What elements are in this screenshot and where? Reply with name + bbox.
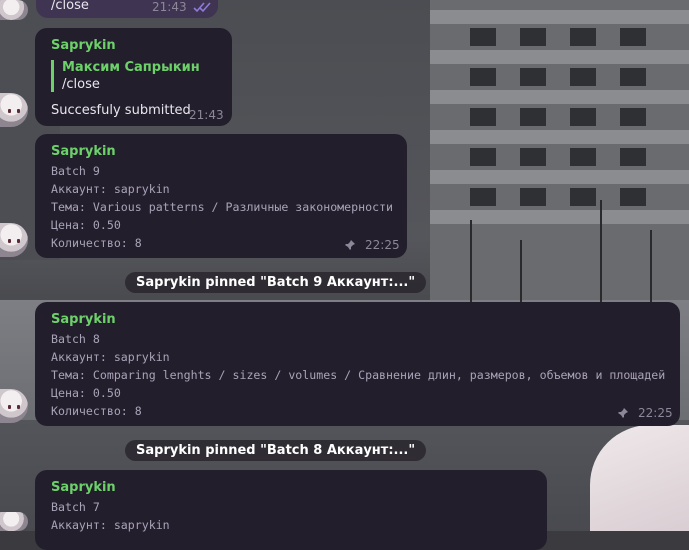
avatar[interactable] (0, 512, 28, 531)
pinned-service-message[interactable]: Saprykin pinned "Batch 9 Аккаунт:..." (125, 272, 427, 293)
sender-name: Saprykin (51, 38, 116, 53)
message-line: Цена: 0.50 (51, 386, 121, 400)
message-text: /close (51, 0, 89, 13)
message-time: 21:43 (189, 108, 224, 122)
sender-name: Saprykin (51, 312, 116, 327)
message-time: 21:43 (152, 0, 187, 14)
message-incoming[interactable]: Saprykin Batch 8 Аккаунт: saprykin Тема:… (35, 302, 680, 426)
quote-text: /close (62, 77, 100, 92)
avatar[interactable] (0, 0, 28, 20)
message-body: Batch 8 Аккаунт: saprykin Тема: Comparin… (51, 330, 665, 420)
message-line: Тема: Comparing lenghts / sizes / volume… (51, 368, 666, 382)
message-line: Аккаунт: saprykin (51, 350, 170, 364)
message-line: Цена: 0.50 (51, 218, 121, 232)
sender-name: Saprykin (51, 144, 116, 159)
message-time: 22:25 (638, 406, 673, 420)
message-body: Batch 9 Аккаунт: saprykin Тема: Various … (51, 162, 393, 252)
message-line: Batch 7 (51, 500, 100, 514)
message-line: Аккаунт: saprykin (51, 182, 170, 196)
message-line: Batch 8 (51, 332, 100, 346)
message-line: Количество: 8 (51, 404, 142, 418)
message-line: Количество: 8 (51, 236, 142, 250)
message-incoming[interactable]: Saprykin Batch 9 Аккаунт: saprykin Тема:… (35, 134, 407, 258)
reply-quote[interactable]: Максим Сапрыкин /close (51, 60, 200, 92)
message-line: Batch 9 (51, 164, 100, 178)
message-line: Тема: Various patterns / Различные закон… (51, 200, 394, 214)
quote-sender-name: Максим Сапрыкин (62, 60, 200, 75)
message-incoming[interactable]: Saprykin Максим Сапрыкин /close Succesfu… (35, 28, 232, 126)
message-text: Succesfuly submitted (51, 103, 191, 118)
sender-name: Saprykin (51, 480, 116, 495)
message-outgoing[interactable]: /close 21:43 (36, 0, 218, 18)
pin-icon (618, 408, 628, 418)
message-incoming[interactable]: Saprykin Batch 7 Аккаунт: saprykin (35, 470, 547, 550)
message-time: 22:25 (365, 238, 400, 252)
double-check-icon (193, 2, 211, 13)
message-line: Аккаунт: saprykin (51, 518, 170, 532)
message-body: Batch 7 Аккаунт: saprykin (51, 498, 170, 534)
pinned-service-message[interactable]: Saprykin pinned "Batch 8 Аккаунт:..." (125, 440, 427, 461)
pin-icon (345, 240, 355, 250)
